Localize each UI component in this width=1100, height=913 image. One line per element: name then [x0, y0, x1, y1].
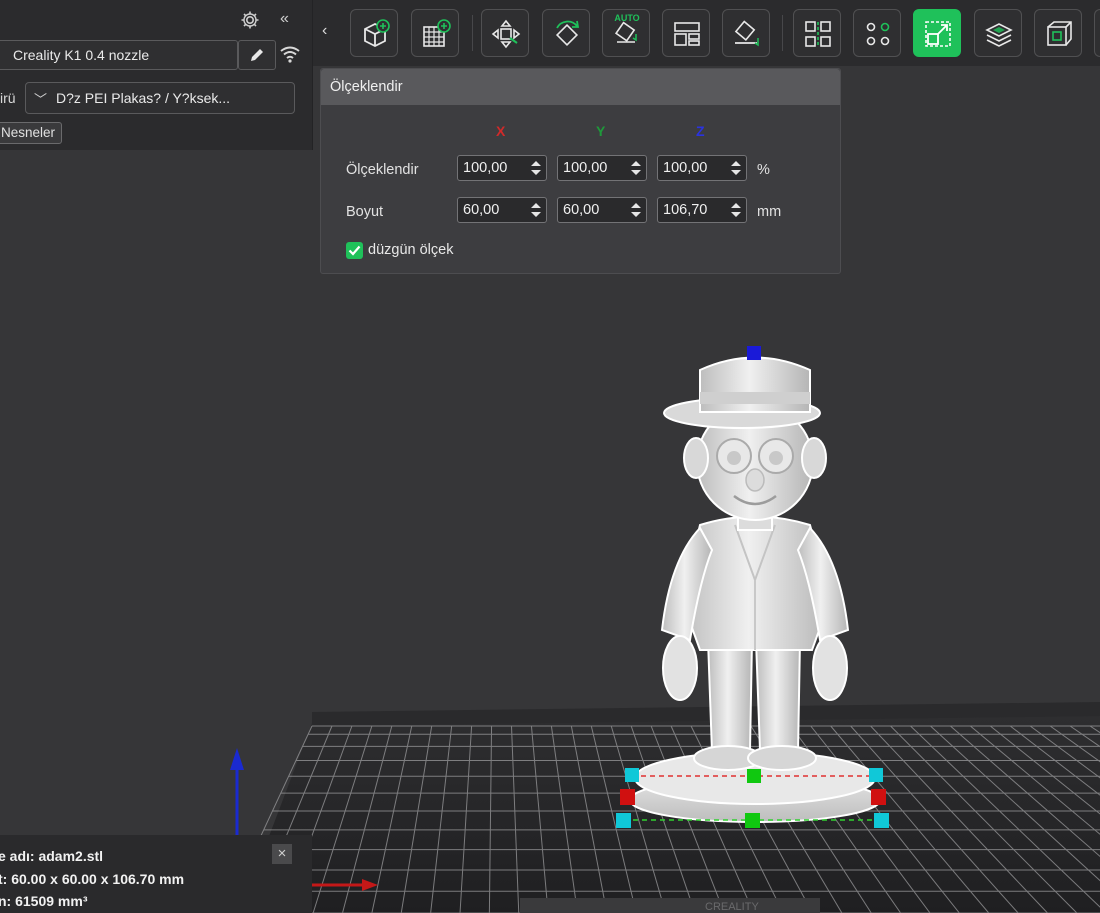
rotate-button[interactable] — [542, 9, 590, 57]
rotate-icon — [555, 20, 580, 47]
spin-arrows-icon[interactable] — [730, 201, 742, 219]
object-size: t: 60.00 x 60.00 x 106.70 mm — [0, 871, 185, 887]
lay-on-face-button[interactable] — [722, 9, 770, 57]
scale-handle-corner[interactable] — [625, 768, 639, 782]
axis-x-label: X — [496, 123, 506, 139]
scale-handle-z[interactable] — [747, 346, 761, 360]
printer-name: Creality K1 0.4 nozzle — [13, 47, 150, 63]
plate-type-select[interactable]: ﹀ D?z PEI Plakas? / Y?ksek... — [25, 82, 295, 114]
spin-arrows-icon[interactable] — [630, 201, 642, 219]
chevron-down-icon: ﹀ — [34, 92, 48, 107]
size-row-label: Boyut — [346, 204, 384, 220]
tab-objects[interactable]: Nesneler — [0, 122, 63, 144]
uniform-scale-checkbox[interactable] — [346, 242, 363, 259]
lay-flat-icon — [734, 20, 759, 47]
move-arrows-icon — [491, 19, 521, 49]
spin-arrows-icon[interactable] — [530, 201, 542, 219]
scale-handle-x[interactable] — [871, 789, 886, 805]
cube-plus-icon — [364, 19, 390, 48]
scale-icon — [925, 21, 951, 47]
wifi-icon[interactable] — [279, 45, 301, 63]
plate-type-value: D?z PEI Plakas? / Y?ksek... — [56, 90, 231, 106]
scale-handle-corner[interactable] — [874, 813, 889, 828]
arrange-icon — [674, 22, 700, 46]
view-cube-button[interactable] — [1034, 9, 1082, 57]
more-tools-button[interactable] — [1094, 9, 1100, 57]
scale-handle-corner[interactable] — [616, 813, 631, 828]
collapse-left-icon[interactable]: « — [280, 11, 289, 27]
scale-handle-corner[interactable] — [869, 768, 883, 782]
add-object-button[interactable] — [350, 9, 398, 57]
scale-handle-y[interactable] — [747, 769, 761, 783]
bed-brand-text: CREALITY — [705, 901, 759, 913]
edit-pencil-icon — [251, 49, 263, 61]
scale-button[interactable] — [913, 9, 961, 57]
scale-handle-y[interactable] — [745, 813, 760, 828]
uniform-scale-label: düzgün ölçek — [368, 242, 454, 258]
box-view-icon — [1047, 21, 1072, 46]
object-info-box: e adı: adam2.stl t: 60.00 x 60.00 x 106.… — [0, 835, 312, 913]
grid-plus-icon — [423, 19, 451, 47]
scale-handle-x[interactable] — [620, 789, 635, 805]
axis-y-label: Y — [596, 123, 606, 139]
size-x-input[interactable]: 60,00 — [457, 197, 547, 223]
printer-select[interactable]: Creality K1 0.4 nozzle — [0, 40, 238, 70]
scale-row-label: Ölçeklendir — [346, 162, 419, 178]
split-button[interactable] — [793, 9, 841, 57]
scale-panel: Ölçeklendir X Y Z Ölçeklendir 100,00 100… — [320, 68, 841, 274]
printer-edit-button[interactable] — [238, 40, 276, 70]
spin-arrows-icon[interactable] — [730, 159, 742, 177]
close-info-button[interactable]: × — [272, 844, 292, 864]
size-z-input[interactable]: 106,70 — [657, 197, 747, 223]
move-button[interactable] — [481, 9, 529, 57]
split-icon — [805, 21, 831, 47]
scale-z-input[interactable]: 100,00 — [657, 155, 747, 181]
spin-arrows-icon[interactable] — [630, 159, 642, 177]
svg-text:AUTO: AUTO — [614, 13, 639, 23]
auto-orient-icon: AUTO — [614, 13, 640, 43]
scale-unit: % — [757, 162, 770, 178]
checkmark-icon — [348, 245, 361, 256]
scale-panel-title: Ölçeklendir — [321, 69, 840, 105]
auto-orient-button[interactable]: AUTO — [602, 9, 650, 57]
left-panel: « Creality K1 0.4 nozzle irü ﹀ D?z PEI P… — [0, 0, 313, 150]
gear-icon[interactable] — [240, 10, 260, 33]
object-volume: n: 61509 mm³ — [0, 893, 88, 909]
collapse-toolbar-button[interactable]: ‹ — [322, 22, 327, 40]
support-icon — [866, 22, 890, 46]
spin-arrows-icon[interactable] — [530, 159, 542, 177]
size-unit: mm — [757, 204, 782, 220]
layers-icon — [985, 23, 1013, 47]
toolbar-separator — [472, 15, 473, 51]
size-y-input[interactable]: 60,00 — [557, 197, 647, 223]
toolbar-separator — [782, 15, 783, 51]
axis-z-label: Z — [696, 123, 705, 139]
scale-y-input[interactable]: 100,00 — [557, 155, 647, 181]
arrange-button[interactable] — [662, 9, 710, 57]
slice-view-button[interactable] — [974, 9, 1022, 57]
add-plate-button[interactable] — [411, 9, 459, 57]
support-button[interactable] — [853, 9, 901, 57]
scale-x-input[interactable]: 100,00 — [457, 155, 547, 181]
plate-type-label: irü — [0, 90, 16, 106]
object-name: e adı: adam2.stl — [0, 848, 104, 864]
